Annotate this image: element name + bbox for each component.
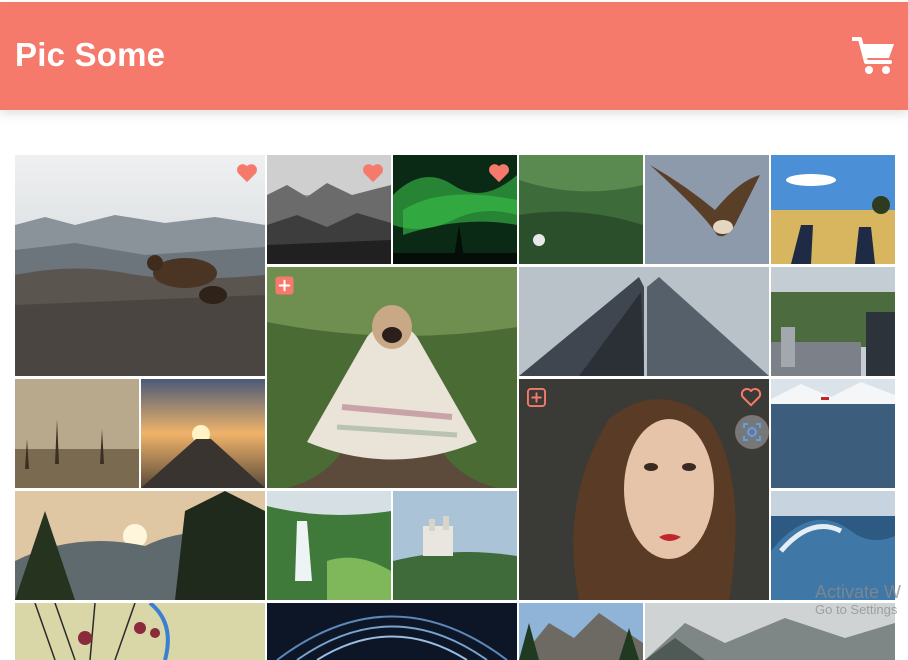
lens-icon[interactable] xyxy=(735,415,769,449)
add-icon[interactable] xyxy=(527,388,546,407)
photo-bear[interactable] xyxy=(15,155,265,376)
photo-mountains[interactable] xyxy=(519,603,643,660)
photo-railway[interactable] xyxy=(141,379,265,488)
photo-skyscraper[interactable] xyxy=(519,267,769,376)
heart-outline-icon[interactable] xyxy=(740,387,762,407)
photo-woman[interactable] xyxy=(519,379,769,600)
app-header: Pic Some xyxy=(0,2,908,110)
photo-foggy-forest[interactable] xyxy=(267,155,391,264)
photo-nyc-park[interactable] xyxy=(771,267,895,376)
watermark-line-2: Go to Settings xyxy=(815,601,898,617)
photo-half-dome[interactable] xyxy=(15,491,265,600)
photo-star-trails[interactable] xyxy=(267,603,517,660)
photo-pug[interactable] xyxy=(267,267,517,488)
photo-feet-field[interactable] xyxy=(771,155,895,264)
photo-waterfall[interactable] xyxy=(267,491,391,600)
heart-icon[interactable] xyxy=(362,163,384,183)
app-title[interactable]: Pic Some xyxy=(15,36,165,74)
photo-ferris[interactable] xyxy=(15,603,265,660)
photo-vulture[interactable] xyxy=(645,155,769,264)
heart-icon[interactable] xyxy=(236,163,258,183)
photo-dead-trees[interactable] xyxy=(15,379,139,488)
photo-aurora[interactable] xyxy=(393,155,517,264)
shopping-cart-icon[interactable] xyxy=(851,36,896,76)
add-icon[interactable] xyxy=(275,276,294,295)
photo-lake[interactable] xyxy=(771,379,895,488)
activation-watermark: Activate W Go to Settings xyxy=(815,582,901,618)
watermark-line-1: Activate W xyxy=(815,582,902,602)
photo-green-field[interactable] xyxy=(519,155,643,264)
photo-castle[interactable] xyxy=(393,491,517,600)
heart-icon[interactable] xyxy=(488,163,510,183)
